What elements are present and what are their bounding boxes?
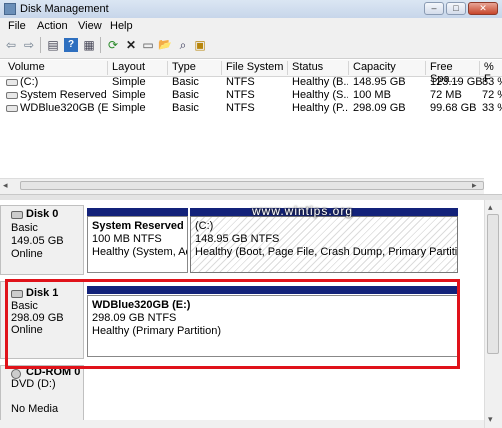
search-icon[interactable]: ⌕ bbox=[176, 38, 190, 52]
refresh-icon[interactable]: ⟳ bbox=[106, 38, 120, 52]
column-type[interactable]: Type bbox=[168, 61, 222, 75]
cell-layout: Simple bbox=[112, 76, 146, 88]
cell-file-system: NTFS bbox=[226, 76, 255, 88]
partition-size: 148.95 GB NTFS bbox=[195, 233, 280, 245]
menu-file[interactable]: File bbox=[8, 20, 26, 32]
properties-icon[interactable]: ▦ bbox=[82, 38, 96, 52]
column-free-space[interactable]: Free Spa... bbox=[426, 61, 480, 85]
open-icon[interactable]: ▭ bbox=[141, 38, 155, 52]
partition-c-drive[interactable]: (C:) 148.95 GB NTFS Healthy (Boot, Page … bbox=[190, 216, 458, 273]
help-icon[interactable]: ? bbox=[64, 38, 78, 52]
partition-system-reserved[interactable]: System Reserved 100 MB NTFS Healthy (Sys… bbox=[87, 216, 188, 273]
cell-type: Basic bbox=[172, 76, 199, 88]
cell-status: Healthy (B... bbox=[292, 76, 348, 88]
cell-volume: WDBlue320GB (E:) bbox=[20, 102, 108, 114]
partition-title: (C:) bbox=[195, 220, 214, 232]
toolbar-separator bbox=[40, 37, 41, 53]
partition-title: System Reserved bbox=[92, 220, 184, 232]
cell-percent-free: 83 % bbox=[482, 76, 502, 88]
partition-status: Healthy (System, Acti bbox=[92, 246, 188, 258]
delete-icon[interactable]: ✕ bbox=[124, 38, 138, 52]
column-percent-free[interactable]: % F bbox=[480, 61, 502, 85]
column-status[interactable]: Status bbox=[288, 61, 349, 75]
cell-layout: Simple bbox=[112, 89, 146, 101]
close-button[interactable]: ✕ bbox=[468, 2, 498, 15]
volume-icon bbox=[6, 79, 18, 86]
disk-0-status: Online bbox=[11, 248, 43, 260]
cdrom-status: No Media bbox=[11, 403, 59, 415]
cell-percent-free: 72 % bbox=[482, 89, 502, 101]
disk-icon bbox=[11, 211, 23, 219]
toolbar-separator bbox=[100, 37, 101, 53]
menu-view[interactable]: View bbox=[78, 20, 102, 32]
partition-header-bar bbox=[87, 208, 188, 216]
list-view-icon[interactable]: ▤ bbox=[46, 38, 60, 52]
forward-arrow-icon[interactable]: ⇨ bbox=[22, 38, 36, 52]
menu-bar bbox=[0, 18, 502, 34]
cell-type: Basic bbox=[172, 89, 199, 101]
bottom-strip bbox=[0, 420, 484, 428]
scroll-right-icon[interactable]: ▸ bbox=[472, 180, 477, 191]
scroll-down-icon[interactable]: ▾ bbox=[488, 414, 493, 425]
red-highlight-box bbox=[5, 279, 460, 369]
cell-volume: (C:) bbox=[20, 76, 39, 88]
partition-status: Healthy (Boot, Page File, Crash Dump, Pr… bbox=[195, 246, 458, 258]
cell-file-system: NTFS bbox=[226, 102, 255, 114]
column-volume[interactable]: Volume bbox=[4, 61, 108, 75]
disk-0-size: 149.05 GB bbox=[11, 235, 64, 247]
cell-free-space: 72 MB bbox=[430, 89, 462, 101]
minimize-button[interactable]: – bbox=[424, 2, 444, 15]
cell-status: Healthy (P... bbox=[292, 102, 348, 114]
menu-help[interactable]: Help bbox=[110, 20, 133, 32]
cell-volume: System Reserved bbox=[20, 89, 106, 101]
disk-0-type: Basic bbox=[11, 222, 38, 234]
cell-free-space: 123.19 GB bbox=[430, 76, 483, 88]
column-capacity[interactable]: Capacity bbox=[349, 61, 426, 75]
cell-layout: Simple bbox=[112, 102, 146, 114]
menu-action[interactable]: Action bbox=[37, 20, 68, 32]
disk-0-name: Disk 0 bbox=[26, 208, 59, 220]
maximize-button[interactable]: □ bbox=[446, 2, 466, 15]
watermark-text: www.wintips.org bbox=[252, 204, 354, 218]
window-title: Disk Management bbox=[20, 3, 109, 15]
cell-capacity: 148.95 GB bbox=[353, 76, 406, 88]
volume-icon bbox=[6, 105, 18, 112]
horizontal-scroll-thumb[interactable] bbox=[20, 181, 484, 190]
cell-capacity: 298.09 GB bbox=[353, 102, 406, 114]
vertical-scroll-thumb[interactable] bbox=[487, 214, 499, 354]
cell-percent-free: 33 % bbox=[482, 102, 502, 114]
column-layout[interactable]: Layout bbox=[108, 61, 168, 75]
disk-management-icon bbox=[4, 3, 16, 15]
cdrom-type: DVD (D:) bbox=[11, 378, 56, 390]
column-file-system[interactable]: File System bbox=[222, 61, 288, 75]
settings-icon[interactable]: ▣ bbox=[193, 38, 207, 52]
cell-file-system: NTFS bbox=[226, 89, 255, 101]
cell-free-space: 99.68 GB bbox=[430, 102, 477, 114]
back-arrow-icon[interactable]: ⇦ bbox=[4, 38, 18, 52]
folder-icon[interactable]: 📂 bbox=[158, 38, 172, 52]
scroll-left-icon[interactable]: ◂ bbox=[3, 180, 8, 191]
cell-type: Basic bbox=[172, 102, 199, 114]
partition-size: 100 MB NTFS bbox=[92, 233, 162, 245]
cell-capacity: 100 MB bbox=[353, 89, 391, 101]
scroll-up-icon[interactable]: ▴ bbox=[488, 202, 493, 213]
volume-icon bbox=[6, 92, 18, 99]
cell-status: Healthy (S... bbox=[292, 89, 348, 101]
